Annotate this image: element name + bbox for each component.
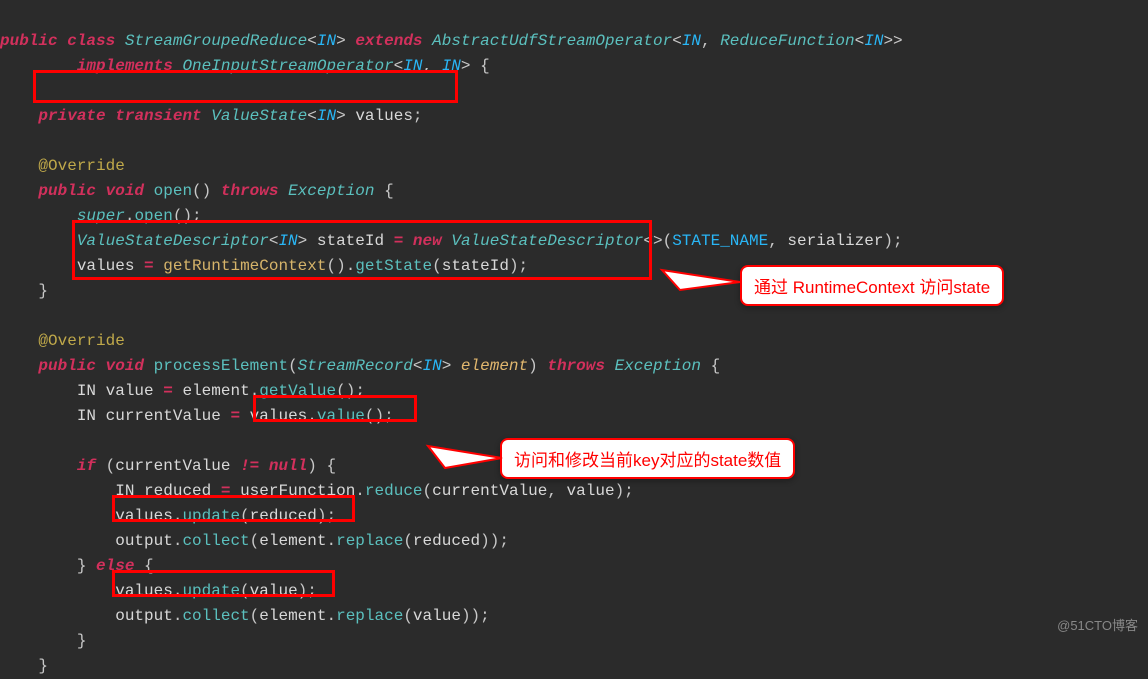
callout-tail-icon	[652, 260, 742, 300]
callout-tail-icon	[420, 440, 505, 480]
watermark-text: @51CTO博客	[1057, 615, 1138, 634]
highlight-box	[72, 220, 652, 280]
highlight-box	[253, 395, 417, 422]
highlight-box	[112, 495, 355, 522]
callout-state-modify: 访问和修改当前key对应的state数值	[500, 438, 795, 479]
callout-runtimecontext: 通过 RuntimeContext 访问state	[740, 265, 1004, 306]
highlight-box	[112, 570, 335, 597]
kw-public: public	[0, 32, 58, 50]
highlight-box	[33, 70, 458, 103]
